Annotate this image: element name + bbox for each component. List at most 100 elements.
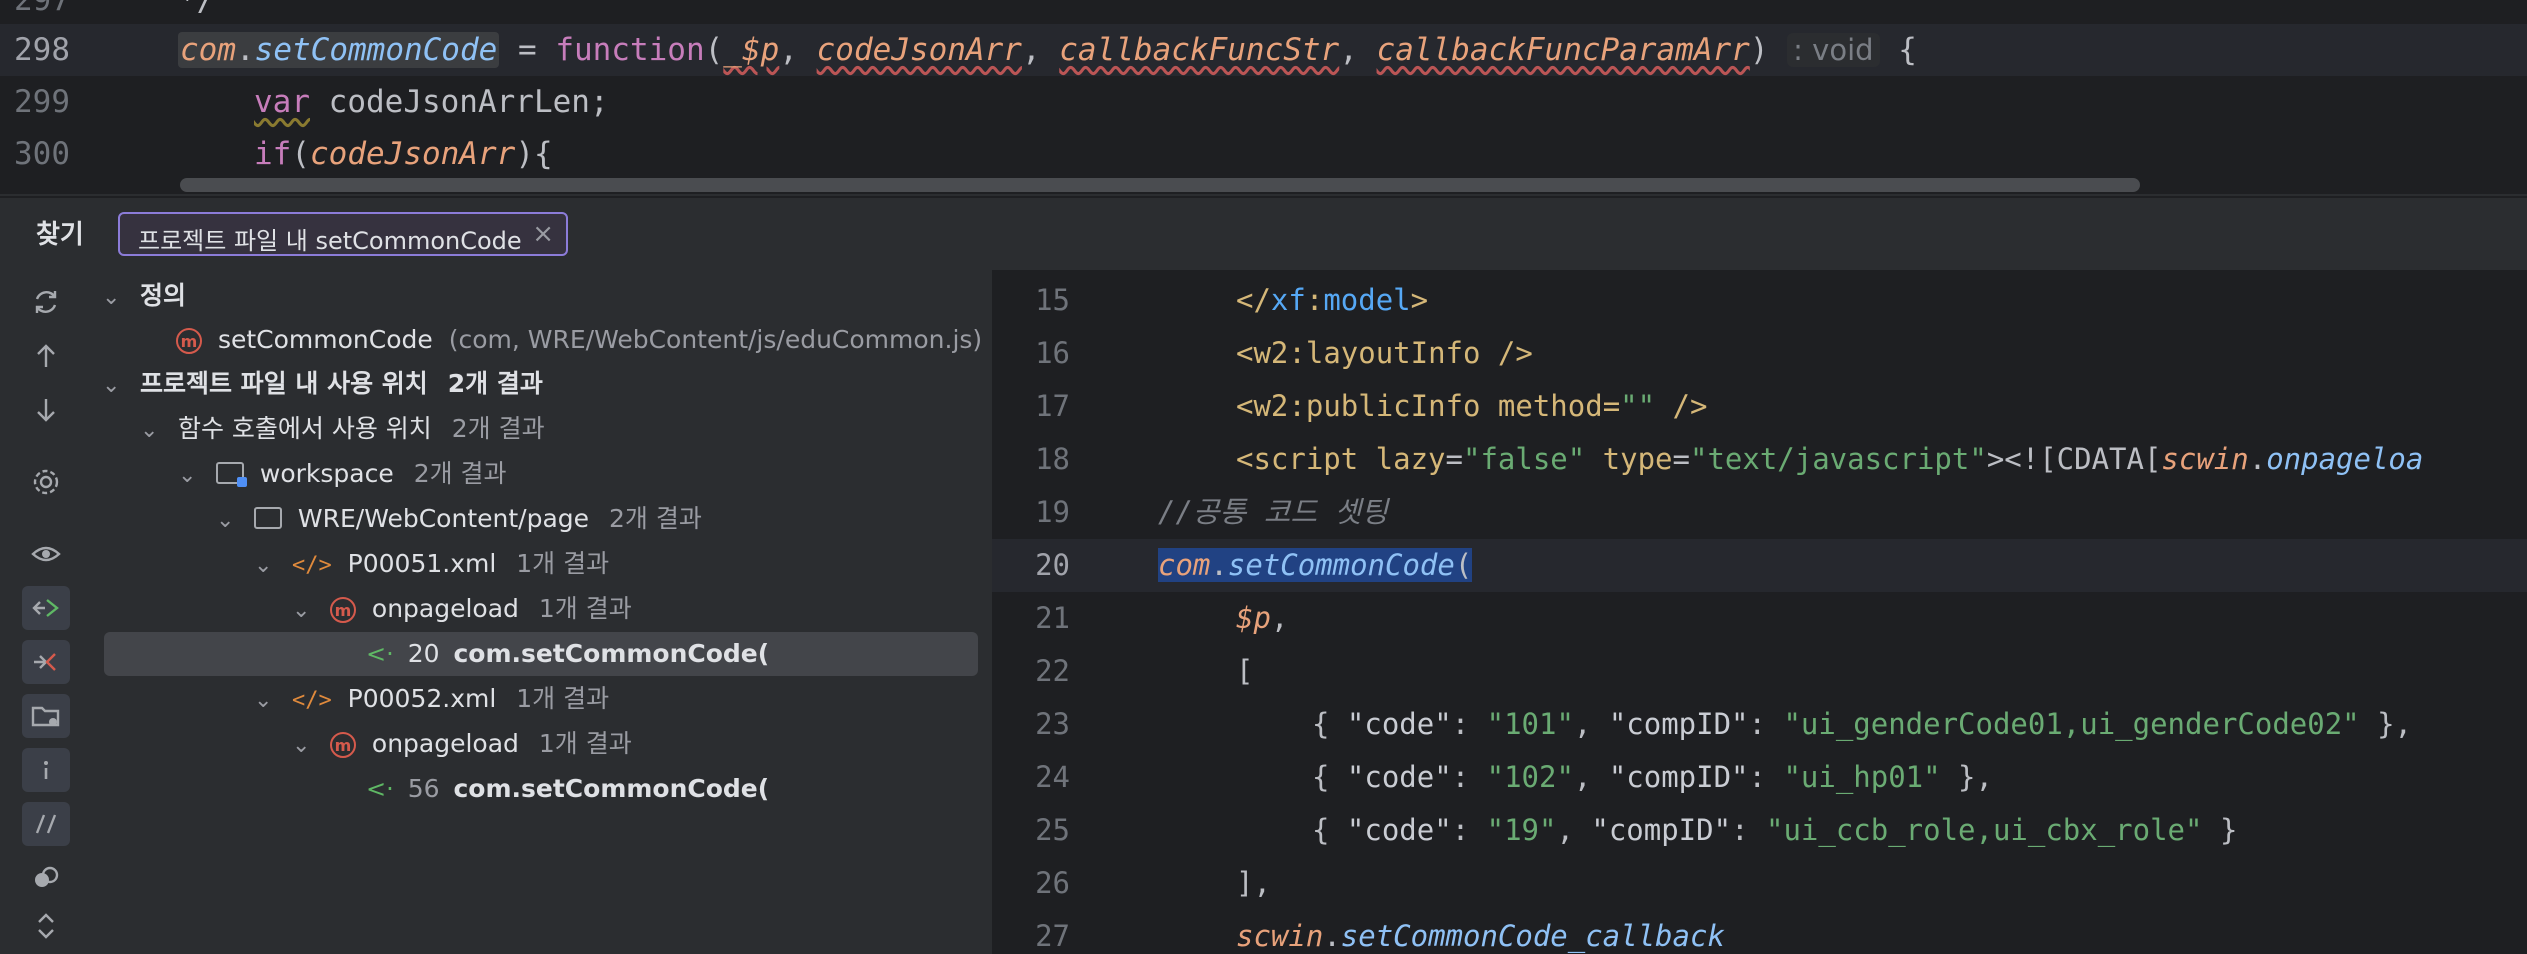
keyword: if <box>254 136 292 172</box>
result-count: 1개 결과 <box>538 594 632 623</box>
result-count: 2개 결과 <box>447 369 543 398</box>
code-line[interactable]: 22 [ <box>992 645 2527 698</box>
code-line[interactable]: 16 <w2:layoutInfo /> <box>992 327 2527 380</box>
code-line[interactable]: 17 <w2:publicInfo method="" /> <box>992 380 2527 433</box>
tree-node-usages[interactable]: ⌄ 프로젝트 파일 내 사용 위치 2개 결과 <box>92 362 990 406</box>
tree-node-workspace[interactable]: ⌄ workspace 2개 결과 <box>92 452 990 496</box>
tree-node-function[interactable]: ⌄ m onpageload 1개 결과 <box>92 587 990 631</box>
line-number: 299 <box>14 84 70 120</box>
line-number: 24 <box>1035 760 1070 794</box>
code-line[interactable]: 15 </xf:model> <box>992 274 2527 327</box>
tree-node-folder[interactable]: ⌄ WRE/WebContent/page 2개 결과 <box>92 497 990 541</box>
info-icon[interactable] <box>22 748 70 792</box>
tree-node-definition[interactable]: ⌄ 정의 <box>92 274 990 318</box>
chevron-down-icon[interactable]: ⌄ <box>178 454 208 498</box>
node-path: (com, WRE/WebContent/js/eduCommon.js) <box>448 325 983 354</box>
line-number: 19 <box>1035 495 1070 529</box>
horizontal-scrollbar[interactable] <box>180 178 2140 192</box>
chevron-down-icon[interactable]: ⌄ <box>292 724 322 768</box>
result-count: 1개 결과 <box>516 549 610 578</box>
code-line[interactable]: 24 { "code": "102", "compID": "ui_hp01" … <box>992 751 2527 804</box>
code-text: { "code": "19", "compID": "ui_ccb_role,u… <box>1312 813 2238 847</box>
tree-node-definition-item[interactable]: m setCommonCode (com, WRE/WebContent/js/… <box>92 318 990 362</box>
merge-icon[interactable] <box>22 856 70 900</box>
param: callbackFuncParamArr <box>1376 32 1750 68</box>
code-text: <w2:layoutInfo /> <box>1236 336 1533 370</box>
expand-icon[interactable] <box>22 904 70 948</box>
code-text: { "code": "102", "compID": "ui_hp01" }, <box>1312 760 1993 794</box>
usage-read-icon[interactable] <box>22 586 70 630</box>
line-number: 26 <box>1035 866 1070 900</box>
code-text: com.setCommonCode( <box>1158 548 1473 582</box>
arrow-down-icon[interactable] <box>22 388 70 432</box>
code-line[interactable]: 23 { "code": "101", "compID": "ui_gender… <box>992 698 2527 751</box>
code-rest: ){ <box>515 136 553 172</box>
settings-icon[interactable] <box>22 460 70 504</box>
code-line[interactable]: 19 //공통 코드 셋팅 <box>992 486 2527 539</box>
code-line[interactable]: 21 $p, <box>992 592 2527 645</box>
code-line-current[interactable]: 20 com.setCommonCode( <box>992 539 2527 592</box>
chevron-down-icon[interactable]: ⌄ <box>292 589 322 633</box>
arrow-up-icon[interactable] <box>22 334 70 378</box>
chevron-down-icon[interactable]: ⌄ <box>102 276 132 320</box>
tree-node-usage[interactable]: <· 56 com.setCommonCode( <box>92 767 990 811</box>
line-number: 20 <box>1035 548 1070 582</box>
tree-node-file[interactable]: ⌄ </> P00052.xml 1개 결과 <box>92 677 990 721</box>
type-hint: : void <box>1787 33 1880 67</box>
code-line[interactable]: 297 */ <box>0 0 2527 26</box>
usage-line-number: 56 <box>407 774 440 803</box>
close-icon[interactable]: × <box>532 219 554 249</box>
code-line[interactable]: 26 ], <box>992 857 2527 910</box>
param: callbackFuncStr <box>1059 32 1340 68</box>
top-editor[interactable]: 297 */ 298 com.setCommonCode = function(… <box>0 0 2527 196</box>
code-text: if(codeJsonArr){ <box>254 136 553 172</box>
chevron-down-icon[interactable]: ⌄ <box>102 364 132 408</box>
method-icon: m <box>176 328 202 354</box>
param: codeJsonArr <box>310 136 516 172</box>
tree-node-function[interactable]: ⌄ m onpageload 1개 결과 <box>92 722 990 766</box>
code-line[interactable]: 299 var codeJsonArrLen; <box>0 76 2527 128</box>
tree-node-file[interactable]: ⌄ </> P00051.xml 1개 결과 <box>92 542 990 586</box>
code-comment: //공통 코드 셋팅 <box>1158 495 1388 529</box>
code-line-current[interactable]: 298 com.setCommonCode = function(_$p, co… <box>0 24 2527 76</box>
result-count: 1개 결과 <box>538 729 632 758</box>
usage-write-icon[interactable] <box>22 640 70 684</box>
chevron-down-icon[interactable]: ⌄ <box>140 409 170 453</box>
node-label: WRE/WebContent/page <box>297 504 590 533</box>
usage-code: com.setCommonCode( <box>453 639 770 668</box>
code-text: com.setCommonCode = function(_$p, codeJs… <box>178 32 1917 68</box>
find-results-tab[interactable]: 프로젝트 파일 내 setCommonCode × <box>118 212 568 256</box>
chevron-down-icon[interactable]: ⌄ <box>254 544 284 588</box>
node-label: 프로젝트 파일 내 사용 위치 <box>139 369 428 398</box>
xml-file-icon: </> <box>291 688 332 713</box>
node-label: workspace <box>259 459 394 488</box>
refresh-icon[interactable] <box>22 280 70 324</box>
find-tab-label: 프로젝트 파일 내 setCommonCode <box>138 227 522 255</box>
find-results-tree[interactable]: ⌄ 정의 m setCommonCode (com, WRE/WebConten… <box>92 270 990 954</box>
usage-line-number: 20 <box>407 639 440 668</box>
node-label: P00051.xml <box>347 549 497 578</box>
chevron-down-icon[interactable]: ⌄ <box>216 499 246 543</box>
tree-node-calls[interactable]: ⌄ 함수 호출에서 사용 위치 2개 결과 <box>92 407 990 451</box>
eye-icon[interactable] <box>22 532 70 576</box>
divider[interactable] <box>0 194 2527 196</box>
usage-code: com.setCommonCode( <box>453 774 770 803</box>
code-text: */ <box>178 0 216 18</box>
code-line[interactable]: 18 <script lazy="false" type="text/javas… <box>992 433 2527 486</box>
chevron-down-icon[interactable]: ⌄ <box>254 679 284 723</box>
keyword: function <box>555 32 705 68</box>
tree-node-usage-selected[interactable]: <· 20 com.setCommonCode( <box>92 632 990 676</box>
line-number: 16 <box>1035 336 1070 370</box>
preview-editor[interactable]: 15 </xf:model> 16 <w2:layoutInfo /> 17 <… <box>990 270 2527 954</box>
folder-star-icon[interactable] <box>22 694 70 738</box>
code-line[interactable]: 300 if(codeJsonArr){ <box>0 128 2527 180</box>
line-number: 18 <box>1035 442 1070 476</box>
code-line[interactable]: 27 scwin.setCommonCode_callback <box>992 910 2527 954</box>
code-text: <w2:publicInfo method="" /> <box>1236 389 1708 423</box>
line-number: 21 <box>1035 601 1070 635</box>
code-text: ], <box>1236 866 1271 900</box>
comment-icon[interactable] <box>22 802 70 846</box>
line-number: 298 <box>14 32 70 68</box>
node-label: setCommonCode <box>217 325 433 354</box>
code-line[interactable]: 25 { "code": "19", "compID": "ui_ccb_rol… <box>992 804 2527 857</box>
